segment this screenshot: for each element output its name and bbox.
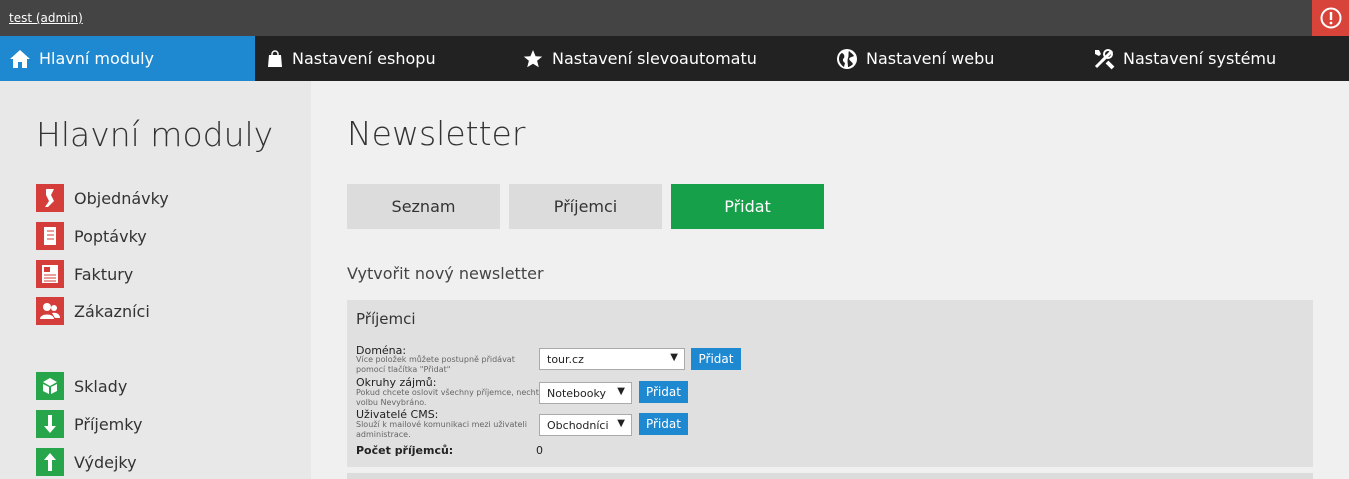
interests-select-value: Notebooky xyxy=(547,386,606,400)
sidebar-item-label: Faktury xyxy=(74,264,134,284)
sidebar-item-objednavky[interactable]: Objednávky xyxy=(36,184,169,212)
add-interest-button[interactable]: Přidat xyxy=(639,381,688,403)
sidebar-item-label: Zákazníci xyxy=(74,301,150,321)
top-bar: test (admin) xyxy=(0,0,1349,36)
sidebar-title: Hlavní moduly xyxy=(36,115,274,154)
next-panel-edge xyxy=(347,473,1313,479)
nav-item-label: Nastavení systému xyxy=(1123,49,1277,68)
order-icon xyxy=(36,184,64,212)
power-icon xyxy=(1320,7,1342,29)
tab-seznam[interactable]: Seznam xyxy=(347,184,500,229)
sidebar-item-sklady[interactable]: Sklady xyxy=(36,372,127,400)
sidebar-item-label: Objednávky xyxy=(74,188,169,208)
interests-hint: Pokud chcete oslovit všechny příjemce, n… xyxy=(356,388,544,407)
star-icon xyxy=(522,48,544,70)
users-icon xyxy=(36,297,64,325)
boxes-icon xyxy=(36,372,64,400)
interests-select[interactable]: Notebooky ▼ xyxy=(539,382,632,404)
globe-icon xyxy=(836,48,858,70)
cms-users-hint: Slouží k mailové komunikaci mezi uživate… xyxy=(356,420,527,439)
tab-pridat[interactable]: Přidat xyxy=(671,184,824,229)
nav-item-nastaveni-slevoautomatu[interactable]: Nastavení slevoautomatu xyxy=(522,36,757,81)
sidebar-item-label: Sklady xyxy=(74,376,128,396)
chevron-down-icon: ▼ xyxy=(617,386,625,397)
sidebar-item-vydejky[interactable]: Výdejky xyxy=(36,448,137,476)
cms-users-select[interactable]: Obchodníci ▼ xyxy=(539,414,632,436)
nav-item-nastaveni-eshopu[interactable]: Nastavení eshopu xyxy=(266,36,436,81)
sidebar-item-faktury[interactable]: Faktury xyxy=(36,260,133,288)
nav-item-nastaveni-systemu[interactable]: Nastavení systému xyxy=(1093,36,1276,81)
domain-hint: Více položek můžete postupně přidávat po… xyxy=(356,355,515,374)
domain-select[interactable]: tour.cz ▼ xyxy=(539,348,685,370)
sidebar-item-poptavky[interactable]: Poptávky xyxy=(36,222,147,250)
chevron-down-icon: ▼ xyxy=(670,352,678,363)
user-link[interactable]: test (admin) xyxy=(9,11,83,25)
arrow-up-icon xyxy=(36,448,64,476)
tools-icon xyxy=(1093,48,1115,70)
shopping-bag-icon xyxy=(266,48,284,70)
sidebar-item-label: Poptávky xyxy=(74,226,147,246)
nav-item-label: Hlavní moduly xyxy=(39,49,155,68)
tab-prijemci[interactable]: Příjemci xyxy=(509,184,662,229)
notebook-icon xyxy=(36,222,64,250)
home-icon xyxy=(9,48,31,70)
recipient-count-label: Počet příjemců: xyxy=(356,444,454,457)
nav-item-hlavni-moduly[interactable]: Hlavní moduly xyxy=(0,36,255,81)
section-subtitle: Vytvořit nový newsletter xyxy=(347,264,544,283)
chevron-down-icon: ▼ xyxy=(617,418,625,429)
page-title: Newsletter xyxy=(347,114,526,153)
arrow-down-icon xyxy=(36,410,64,438)
domain-select-value: tour.cz xyxy=(547,352,584,366)
nav-item-label: Nastavení eshopu xyxy=(292,49,436,68)
nav-item-label: Nastavení webu xyxy=(866,49,995,68)
main-nav: Hlavní moduly Nastavení eshopu Nastavení… xyxy=(0,36,1349,81)
invoice-icon xyxy=(36,260,64,288)
panel-title: Příjemci xyxy=(356,310,416,328)
sidebar-item-zakaznici[interactable]: Zákazníci xyxy=(36,297,150,325)
sidebar-item-label: Výdejky xyxy=(74,452,137,472)
logout-button[interactable] xyxy=(1312,0,1349,36)
add-cms-user-button[interactable]: Přidat xyxy=(639,413,688,435)
nav-item-nastaveni-webu[interactable]: Nastavení webu xyxy=(836,36,994,81)
cms-users-select-value: Obchodníci xyxy=(547,418,609,432)
main-content: Newsletter Seznam Příjemci Přidat Vytvoř… xyxy=(311,81,1349,479)
nav-item-label: Nastavení slevoautomatu xyxy=(552,49,757,68)
sidebar-item-prijemky[interactable]: Příjemky xyxy=(36,410,142,438)
recipients-panel: Příjemci Doména: Více položek můžete pos… xyxy=(347,300,1313,467)
add-domain-button[interactable]: Přidat xyxy=(691,348,741,370)
sidebar-item-label: Příjemky xyxy=(74,414,143,434)
sidebar: Hlavní moduly Objednávky Poptávky Faktur… xyxy=(0,81,311,479)
recipient-count-value: 0 xyxy=(536,444,543,457)
